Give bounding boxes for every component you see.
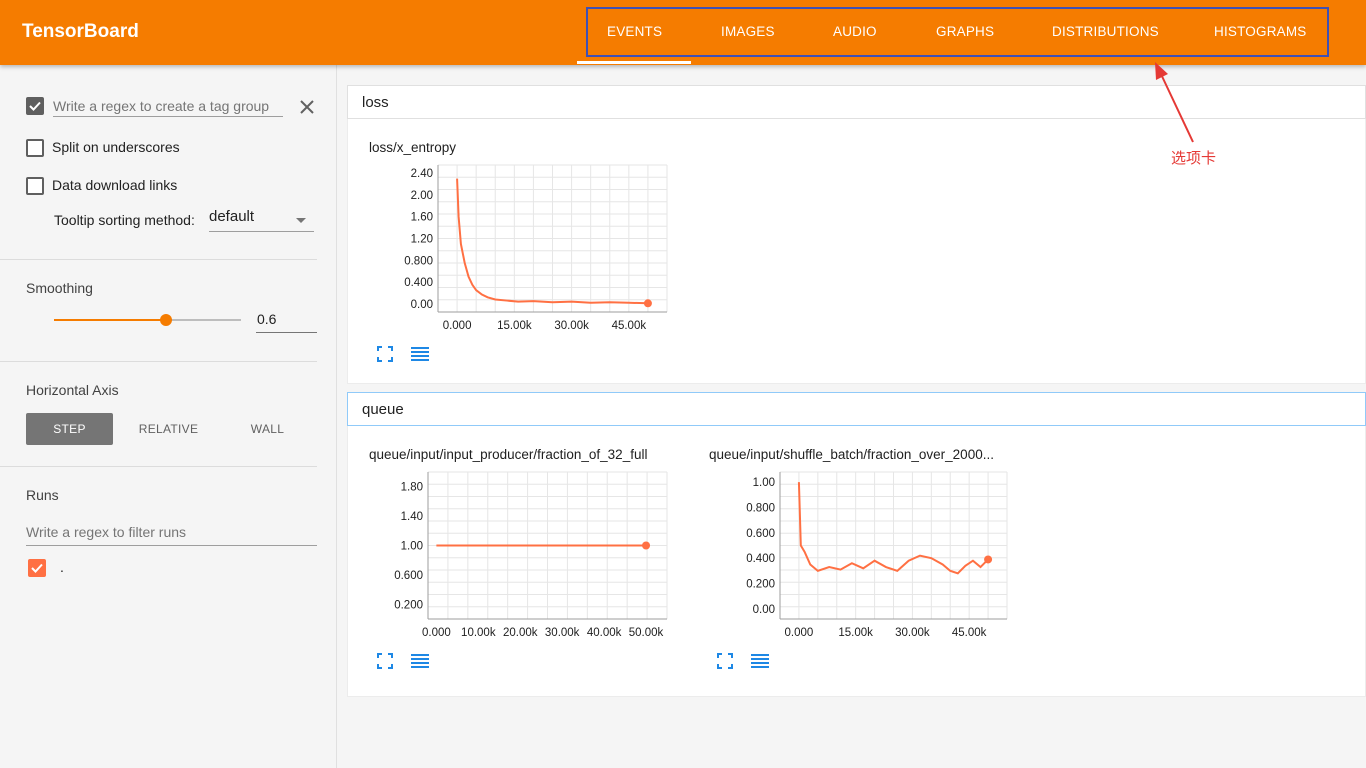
x-tick-label: 10.00k xyxy=(461,627,496,639)
runs-title: Runs xyxy=(26,487,59,503)
x-tick-label: 0.000 xyxy=(443,320,472,332)
group-body-queue: queue/input/input_producer/fraction_of_3… xyxy=(347,426,1366,697)
data-table-icon[interactable] xyxy=(750,653,770,669)
x-tick-label: 30.00k xyxy=(545,627,580,639)
annotation-label: 选项卡 xyxy=(1171,149,1217,167)
y-tick-label: 0.800 xyxy=(746,502,775,514)
axis-relative-button[interactable]: RELATIVE xyxy=(125,413,212,445)
y-tick-label: 2.00 xyxy=(411,190,433,202)
y-tick-label: 0.600 xyxy=(394,570,423,582)
y-tick-label: 1.80 xyxy=(401,482,423,494)
card-title: loss/x_entropy xyxy=(369,140,457,155)
smoothing-title: Smoothing xyxy=(26,280,93,296)
series-endpoint xyxy=(984,555,993,564)
x-tick-label: 30.00k xyxy=(554,320,589,332)
annotation-arrow-icon xyxy=(1155,62,1194,143)
producer-chart[interactable]: 1.80 1.40 1.00 0.600 0.200 0.000 10.00k 20.00k 3… xyxy=(348,468,688,648)
y-tick-label: 1.20 xyxy=(411,234,433,246)
split-underscores-label: Split on underscores xyxy=(52,139,180,155)
x-tick-label: 50.00k xyxy=(629,627,664,639)
x-tick-label: 40.00k xyxy=(587,627,622,639)
app-title: TensorBoard xyxy=(22,21,139,42)
split-underscores-checkbox[interactable] xyxy=(26,139,44,157)
x-tick-label: 20.00k xyxy=(503,627,538,639)
y-tick-label: 0.400 xyxy=(746,553,775,565)
y-tick-label: 1.00 xyxy=(753,477,775,489)
run-label: . xyxy=(60,559,64,575)
y-tick-label: 0.800 xyxy=(404,255,433,267)
x-tick-label: 45.00k xyxy=(612,320,647,332)
x-tick-label: 15.00k xyxy=(497,320,532,332)
tooltip-sorting-label: Tooltip sorting method: xyxy=(54,212,195,228)
horizontal-axis-title: Horizontal Axis xyxy=(26,382,119,398)
data-table-icon[interactable] xyxy=(410,653,430,669)
group-header-loss[interactable]: loss xyxy=(347,85,1366,119)
loss-chart[interactable]: 2.40 2.00 1.60 1.20 0.800 0.400 0.00 0.000 15.00… xyxy=(348,161,688,341)
y-tick-label: 0.00 xyxy=(753,604,775,616)
download-links-label: Data download links xyxy=(52,177,178,193)
divider xyxy=(0,466,317,467)
card-title: queue/input/input_producer/fraction_of_3… xyxy=(369,447,648,462)
y-tick-label: 1.60 xyxy=(411,212,433,224)
divider xyxy=(0,361,317,362)
smoothing-value-input[interactable]: 0.6 xyxy=(256,311,317,333)
x-tick-label: 15.00k xyxy=(838,627,873,639)
shuffle-chart[interactable]: 1.00 0.800 0.600 0.400 0.200 0.00 0.000 15.00k 3… xyxy=(688,468,1028,648)
y-tick-label: 0.00 xyxy=(411,299,433,311)
y-tick-label: 0.200 xyxy=(394,599,423,611)
divider xyxy=(0,259,317,260)
axis-step-button[interactable]: STEP xyxy=(26,413,113,445)
group-header-queue[interactable]: queue xyxy=(347,392,1366,426)
series-endpoint xyxy=(643,299,652,308)
tag-regex-input[interactable] xyxy=(53,95,283,117)
axis-wall-button[interactable]: WALL xyxy=(224,413,311,445)
y-tick-label: 2.40 xyxy=(411,168,433,180)
tooltip-sorting-select[interactable]: default xyxy=(209,208,314,232)
active-tab-indicator xyxy=(577,61,691,64)
tag-regex-checkbox[interactable] xyxy=(26,97,44,115)
x-tick-label: 45.00k xyxy=(952,627,987,639)
chevron-down-icon xyxy=(296,218,306,223)
main-content: loss loss/x_entropy 2.40 2.00 1.60 1.20 0.80… xyxy=(347,65,1366,768)
card-title: queue/input/shuffle_batch/fraction_over_… xyxy=(709,447,994,462)
y-tick-label: 0.400 xyxy=(404,277,433,289)
y-tick-label: 0.200 xyxy=(746,579,775,591)
fullscreen-icon[interactable] xyxy=(717,653,733,669)
tooltip-sorting-value: default xyxy=(209,208,255,225)
close-icon[interactable] xyxy=(298,98,316,116)
series-endpoint xyxy=(642,541,651,550)
annotation-highlight-box xyxy=(586,7,1329,57)
x-tick-label: 30.00k xyxy=(895,627,930,639)
run-checkbox[interactable] xyxy=(28,559,46,577)
smoothing-slider[interactable] xyxy=(54,314,241,326)
runs-filter-input[interactable]: Write a regex to filter runs xyxy=(26,524,317,546)
y-tick-label: 1.00 xyxy=(401,541,423,553)
fullscreen-icon[interactable] xyxy=(377,653,393,669)
y-tick-label: 1.40 xyxy=(401,511,423,523)
fullscreen-icon[interactable] xyxy=(377,346,393,362)
sidebar: Split on underscores Data download links… xyxy=(0,65,337,768)
x-tick-label: 0.000 xyxy=(785,627,814,639)
smoothing-slider-fill xyxy=(54,319,167,321)
download-links-checkbox[interactable] xyxy=(26,177,44,195)
smoothing-slider-knob[interactable] xyxy=(160,314,173,326)
data-table-icon[interactable] xyxy=(410,346,430,362)
y-tick-label: 0.600 xyxy=(746,528,775,540)
x-tick-label: 0.000 xyxy=(422,627,451,639)
